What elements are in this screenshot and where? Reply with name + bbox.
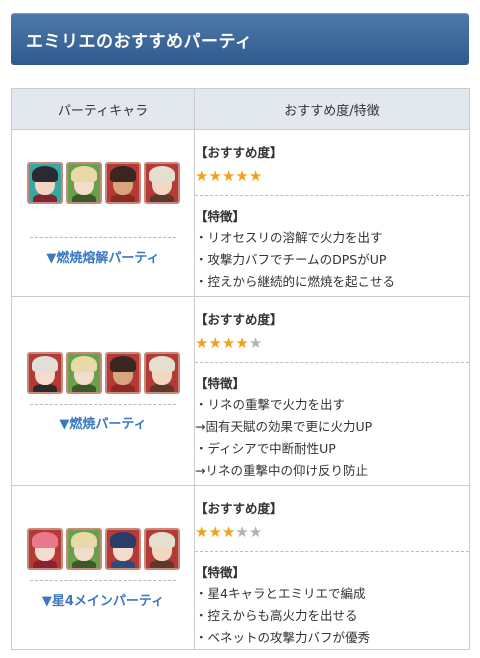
star-filled-icon: ★ [221,523,236,541]
star-empty-icon: ★ [248,523,263,541]
feature-item: →リネの重撃中の仰け反り防止 [195,463,368,478]
recommend-label: 【おすすめ度】 [195,312,283,327]
star-filled-icon: ★ [221,334,236,352]
bennett-icon[interactable] [143,528,180,570]
divider [195,195,469,196]
star-rating: ★★★★★ [195,523,469,541]
bennett-icon[interactable] [143,352,180,394]
table-header-row: パーティキャラ おすすめ度/特徴 [11,88,470,130]
party-link[interactable]: ▼星4メインパーティ [12,590,194,609]
table-row: ▼燃焼熔解パーティ 【おすすめ度】 ★★★★★ 【特徴】 ・リオセスリの溶解で火… [11,129,470,297]
feature-item: ・リネの重撃で火力を出す [195,397,346,412]
feature-label: 【特徴】 [195,565,246,580]
star-filled-icon: ★ [248,167,263,185]
divider [30,580,176,581]
feature-item: ・星4キャラとエミリエで編成 [195,586,366,601]
star-filled-icon: ★ [195,334,209,352]
recommend-cell: 【おすすめ度】 ★★★★★ 【特徴】 ・リネの重撃で火力を出す →固有天賦の効果… [194,296,470,486]
emilie-icon[interactable] [65,352,102,394]
recommend-label: 【おすすめ度】 [195,145,283,160]
star-rating: ★★★★★ [195,167,469,185]
star-filled-icon: ★ [208,523,222,541]
star-filled-icon: ★ [208,167,222,185]
character-icons [12,528,194,570]
feature-item: ・ベネットの攻撃力バフが優秀 [195,630,371,645]
column-header-recommend: おすすめ度/特徴 [194,88,470,130]
divider [30,404,176,405]
feature-item: ・ディシアで中断耐性UP [195,441,336,456]
divider [195,362,469,363]
feature-item: ・控えから継続的に燃焼を起こせる [195,274,396,289]
divider [195,551,469,552]
star-filled-icon: ★ [195,167,209,185]
star-filled-icon: ★ [235,167,249,185]
feature-item: ・控えからも高火力を出せる [195,608,358,623]
star-filled-icon: ★ [195,523,209,541]
yanfei-icon[interactable] [26,528,63,570]
feature-item: →固有天賦の効果で更に火力UP [195,419,373,434]
star-rating: ★★★★★ [195,334,469,352]
star-filled-icon: ★ [208,334,222,352]
feature-item: ・リオセスリの溶解で火力を出す [195,230,383,245]
xinyan-icon[interactable] [104,162,141,204]
table-row: ▼星4メインパーティ 【おすすめ度】 ★★★★★ 【特徴】 ・星4キャラとエミリ… [11,485,470,650]
feature-list: ・リオセスリの溶解で火力を出す ・攻撃力バフでチームのDPSがUP ・控えから継… [195,227,469,293]
xingqiu-icon[interactable] [104,528,141,570]
party-cell: ▼燃焼熔解パーティ [11,129,195,297]
feature-label: 【特徴】 [195,376,246,391]
emilie-icon[interactable] [65,162,102,204]
section-title: エミリエのおすすめパーティ [26,32,253,52]
feature-item: ・攻撃力バフでチームのDPSがUP [195,252,387,267]
dehya-icon[interactable] [104,352,141,394]
star-filled-icon: ★ [221,167,236,185]
recommend-cell: 【おすすめ度】 ★★★★★ 【特徴】 ・星4キャラとエミリエで編成 ・控えからも… [194,485,470,650]
star-filled-icon: ★ [235,334,249,352]
emilie-icon[interactable] [65,528,102,570]
recommend-label: 【おすすめ度】 [195,501,283,516]
party-cell: ▼燃焼パーティ [11,296,195,486]
party-table: パーティキャラ おすすめ度/特徴 ▼燃焼熔解パーティ 【おすすめ度】 ★★★★★… [11,88,470,650]
table-row: ▼燃焼パーティ 【おすすめ度】 ★★★★★ 【特徴】 ・リネの重撃で火力を出す … [11,296,470,486]
bennett-icon[interactable] [143,162,180,204]
section-title-bar: エミリエのおすすめパーティ [11,13,469,65]
character-icons [12,162,194,204]
recommend-cell: 【おすすめ度】 ★★★★★ 【特徴】 ・リオセスリの溶解で火力を出す ・攻撃力バ… [194,129,470,297]
character-icons [12,352,194,394]
feature-list: ・リネの重撃で火力を出す →固有天賦の効果で更に火力UP ・ディシアで中断耐性U… [195,394,469,482]
lyney-icon[interactable] [26,352,63,394]
party-link[interactable]: ▼燃焼熔解パーティ [12,247,194,266]
star-empty-icon: ★ [235,523,249,541]
party-cell: ▼星4メインパーティ [11,485,195,650]
star-empty-icon: ★ [248,334,263,352]
feature-label: 【特徴】 [195,209,246,224]
column-header-party: パーティキャラ [11,88,195,130]
party-link[interactable]: ▼燃焼パーティ [12,413,194,432]
wriothesley-icon[interactable] [26,162,63,204]
feature-list: ・星4キャラとエミリエで編成 ・控えからも高火力を出せる ・ベネットの攻撃力バフ… [195,583,469,649]
divider [30,237,176,238]
